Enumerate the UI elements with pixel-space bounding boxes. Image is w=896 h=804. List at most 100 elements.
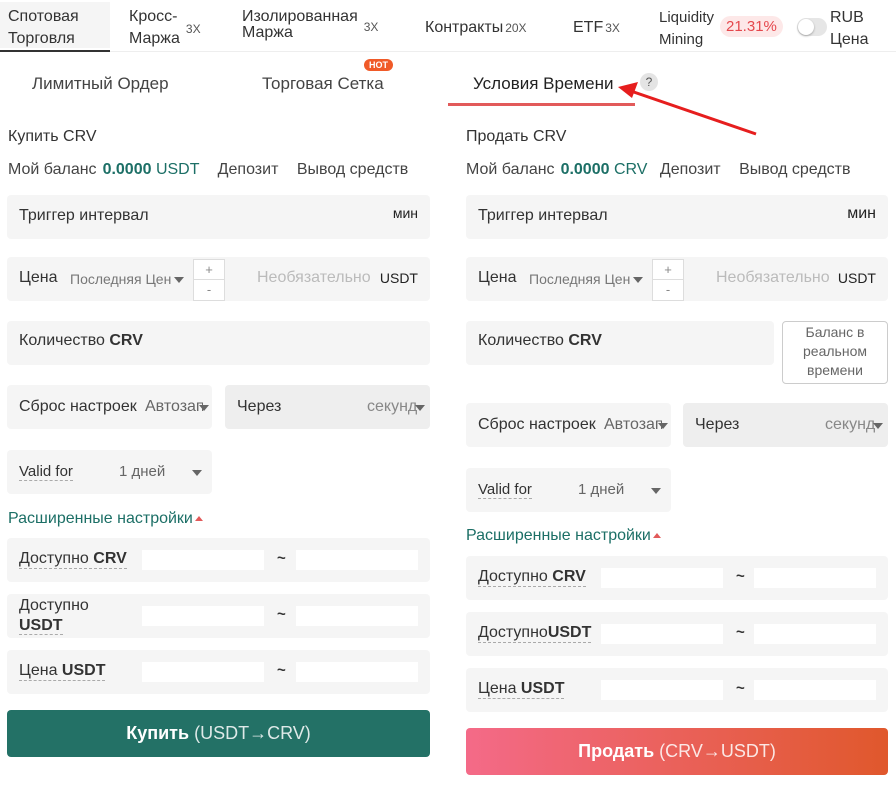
balance-label: Мой баланс xyxy=(466,161,555,178)
minus-button[interactable]: - xyxy=(653,280,683,300)
tab-label: Mining xyxy=(659,31,704,48)
after-seconds-select[interactable]: Через секунд xyxy=(225,385,430,429)
tab-liquidity-mining[interactable]: Liquidity Mining xyxy=(659,7,714,51)
quantity-label: Количество CRV xyxy=(19,332,143,349)
range-min-input[interactable] xyxy=(142,606,264,626)
price-unit: USDT xyxy=(837,270,876,286)
tab-cross-margin[interactable]: Кросс- Маржа 3X xyxy=(129,6,201,50)
buy-button-label: Купить xyxy=(126,723,190,743)
reset-settings-select[interactable]: Сброс настроек Автозапуск xyxy=(7,385,212,429)
price-type-select[interactable]: Последняя Цена xyxy=(70,271,172,287)
sell-button-label: Продать xyxy=(578,741,655,761)
range-min-input[interactable] xyxy=(601,568,723,588)
available-crv-label: Доступно CRV xyxy=(19,550,127,569)
price-stepper: + - xyxy=(193,259,225,301)
range-min-input[interactable] xyxy=(601,624,723,644)
reset-settings-value: Автозапуск xyxy=(604,416,662,433)
price-usdt-label: Цена USDT xyxy=(19,662,106,681)
trigger-unit: мин xyxy=(392,205,418,221)
price-usdt-range: Цена USDT ~ xyxy=(7,650,430,694)
trigger-interval-label: Триггер интервал xyxy=(478,207,608,224)
active-order-tab-indicator xyxy=(448,103,635,106)
range-max-input[interactable] xyxy=(296,606,418,626)
available-usdt-range: ДоступноUSDT ~ xyxy=(466,612,888,656)
sell-balance-row: Мой баланс 0.0000 CRV Депозит Вывод средс… xyxy=(466,161,851,179)
tab-label: ETF xyxy=(573,19,604,36)
tab-time-conditions[interactable]: Условия Времени xyxy=(473,74,613,94)
price-type-select[interactable]: Последняя Цена xyxy=(529,271,631,287)
tab-isolated-margin[interactable]: Изолированная3X Маржа xyxy=(242,6,378,44)
tab-etf[interactable]: ETF 3X xyxy=(573,17,620,39)
price-field[interactable]: Цена Последняя Цена + - Необязательно US… xyxy=(7,257,430,301)
withdraw-link[interactable]: Вывод средств xyxy=(739,161,850,178)
caret-down-icon xyxy=(199,405,209,411)
range-min-input[interactable] xyxy=(142,662,264,682)
after-value: секунд xyxy=(825,416,875,433)
advanced-settings-toggle[interactable]: Расширенные настройки xyxy=(8,510,203,528)
currency-code: RUB xyxy=(830,9,864,26)
leverage-badge: 3X xyxy=(185,22,201,36)
caret-down-icon xyxy=(658,423,668,429)
range-max-input[interactable] xyxy=(754,680,876,700)
product-tabs: Спотовая Торговля Кросс- Маржа 3X Изолиро… xyxy=(0,0,896,52)
range-min-input[interactable] xyxy=(601,680,723,700)
quantity-field[interactable]: Количество CRV xyxy=(466,321,774,365)
quantity-field[interactable]: Количество CRV xyxy=(7,321,430,365)
price-usdt-label: Цена USDT xyxy=(478,680,565,699)
plus-button[interactable]: + xyxy=(194,260,224,280)
realtime-balance-button[interactable]: Баланс в реальном времени xyxy=(782,321,888,384)
available-usdt-label: ДоступноUSDT xyxy=(19,597,89,635)
quantity-label: Количество CRV xyxy=(478,332,602,349)
range-min-input[interactable] xyxy=(142,550,264,570)
caret-up-icon xyxy=(652,533,661,539)
available-usdt-label: ДоступноUSDT xyxy=(478,624,592,643)
reset-settings-select[interactable]: Сброс настроек Автозапуск xyxy=(466,403,671,447)
trigger-interval-field[interactable]: Триггер интервал мин xyxy=(7,195,430,239)
range-max-input[interactable] xyxy=(754,568,876,588)
valid-for-value: 1 дней xyxy=(119,463,166,480)
plus-button[interactable]: + xyxy=(653,260,683,280)
range-max-input[interactable] xyxy=(296,550,418,570)
deposit-link[interactable]: Депозит xyxy=(660,161,721,178)
balance-value: 0.0000 xyxy=(560,161,610,178)
tab-label: Маржа xyxy=(129,30,180,47)
currency-toggle[interactable] xyxy=(797,18,827,36)
active-tab-indicator xyxy=(0,50,110,52)
valid-for-value: 1 дней xyxy=(578,481,625,498)
currency-toggle-label: RUB Цена xyxy=(830,7,868,51)
trigger-unit: мин xyxy=(847,205,876,222)
available-usdt-range: ДоступноUSDT ~ xyxy=(7,594,430,638)
trigger-interval-label: Триггер интервал xyxy=(19,207,149,224)
tab-limit-order[interactable]: Лимитный Ордер xyxy=(32,74,169,94)
trigger-interval-field[interactable]: Триггер интервал мин xyxy=(466,195,888,239)
range-max-input[interactable] xyxy=(296,662,418,682)
price-label: Цена xyxy=(19,269,58,286)
tab-contracts[interactable]: Контракты 20X xyxy=(425,17,527,39)
range-max-input[interactable] xyxy=(754,624,876,644)
minus-button[interactable]: - xyxy=(194,280,224,300)
caret-down-icon xyxy=(651,488,661,494)
tab-grid-trading[interactable]: Торговая Сетка xyxy=(262,74,384,94)
price-input[interactable]: Необязательно xyxy=(257,269,371,287)
balance-currency: USDT xyxy=(155,161,200,178)
buy-button[interactable]: Купить (USDT→CRV) xyxy=(7,710,430,757)
withdraw-link[interactable]: Вывод средств xyxy=(297,161,408,178)
tab-spot-trading[interactable]: Спотовая Торговля xyxy=(0,2,110,48)
price-input[interactable]: Необязательно xyxy=(716,269,830,287)
balance-currency: CRV xyxy=(613,161,648,178)
available-crv-range: Доступно CRV ~ xyxy=(7,538,430,582)
valid-for-select[interactable]: Valid for 1 дней xyxy=(466,468,671,512)
realtime-balance-line: Баланс в xyxy=(805,324,865,340)
price-field[interactable]: Цена Последняя Цена + - Необязательно US… xyxy=(466,257,888,301)
balance-label: Мой баланс xyxy=(8,161,97,178)
valid-for-select[interactable]: Valid for 1 дней xyxy=(7,450,212,494)
range-separator: ~ xyxy=(277,662,286,679)
advanced-settings-toggle[interactable]: Расширенные настройки xyxy=(466,527,661,545)
sell-button[interactable]: Продать (CRV→USDT) xyxy=(466,728,888,775)
valid-for-label: Valid for xyxy=(478,481,532,499)
tab-label: Спотовая xyxy=(8,8,79,25)
after-seconds-select[interactable]: Через секунд xyxy=(683,403,888,447)
range-separator: ~ xyxy=(736,624,745,641)
deposit-link[interactable]: Депозит xyxy=(218,161,279,178)
reset-settings-value: Автозапуск xyxy=(145,398,203,415)
